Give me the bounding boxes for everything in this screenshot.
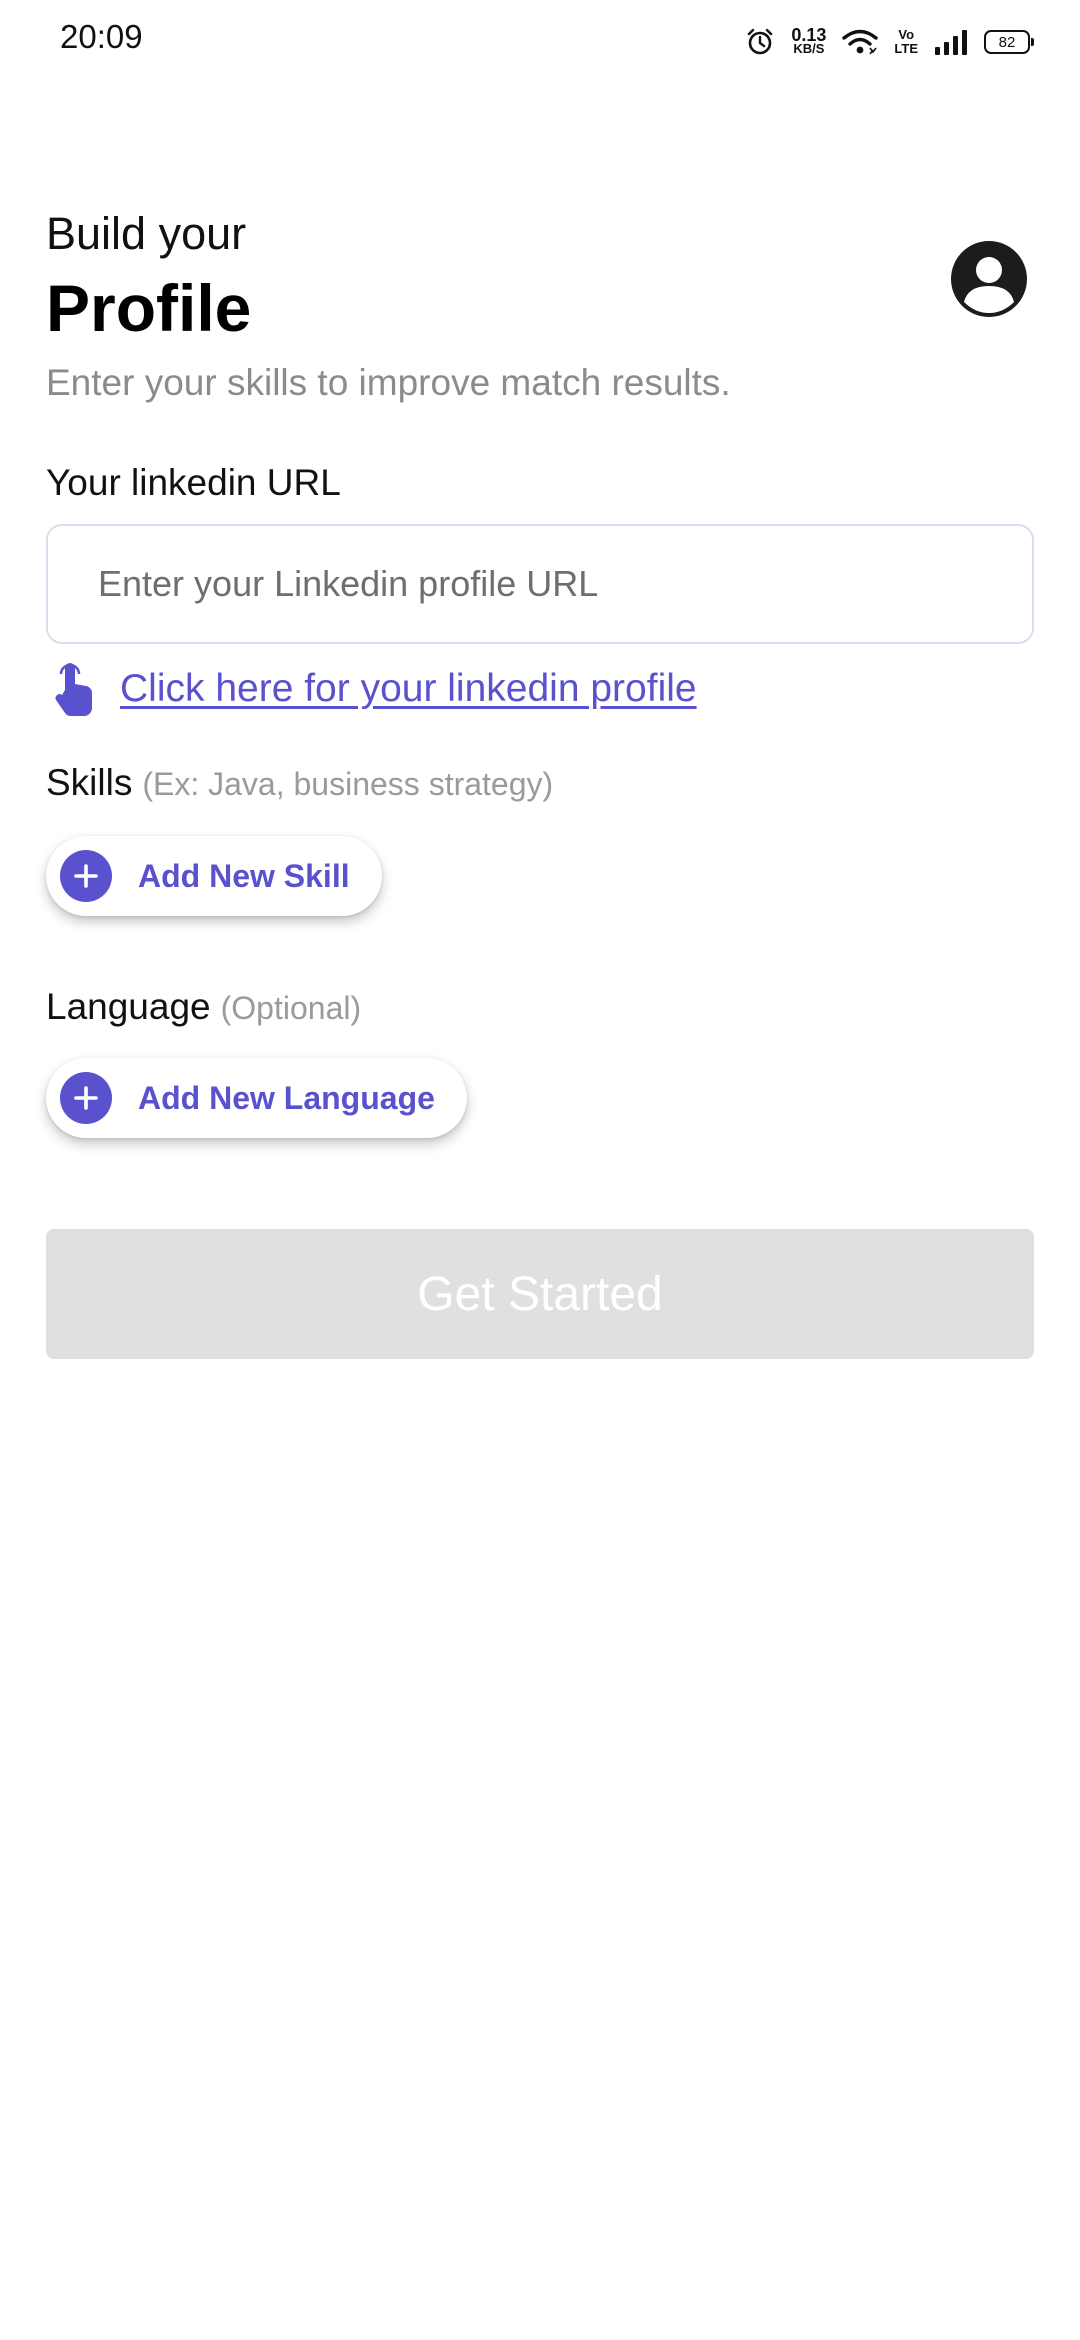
network-speed: 0.13 KB/S — [791, 25, 827, 56]
skills-hint: (Ex: Java, business strategy) — [142, 766, 554, 802]
alarm-icon — [745, 27, 775, 57]
volte-top: Vo — [898, 27, 915, 42]
screen: 20:09 0.13 KB/S Vo LTE 82 Build your Pro… — [0, 0, 1080, 2340]
network-speed-value: 0.13 — [791, 25, 827, 45]
linkedin-url-label: Your linkedin URL — [46, 462, 341, 503]
volte-indicator: Vo LTE — [894, 28, 918, 56]
linkedin-url-field — [46, 524, 1034, 644]
plus-icon — [60, 850, 112, 902]
network-speed-unit: KB/S — [793, 41, 825, 56]
battery-level: 82 — [998, 33, 1016, 51]
wifi-icon — [842, 28, 879, 56]
status-time: 20:09 — [60, 18, 143, 55]
language-label-row: Language (Optional) — [46, 986, 361, 1028]
skills-label: Skills — [46, 762, 133, 803]
page-title: Profile — [46, 271, 252, 345]
plus-icon — [60, 1072, 112, 1124]
language-hint: (Optional) — [220, 990, 362, 1026]
add-language-button[interactable]: Add New Language — [46, 1058, 467, 1138]
tap-pointer-icon — [52, 660, 98, 718]
signal-icon — [934, 29, 968, 55]
linkedin-profile-link[interactable]: Click here for your linkedin profile — [52, 660, 697, 718]
add-skill-label: Add New Skill — [138, 857, 350, 894]
user-avatar-icon[interactable] — [950, 240, 1028, 318]
get-started-button[interactable]: Get Started — [46, 1229, 1034, 1359]
title-prefix: Build your — [46, 208, 247, 259]
add-language-label: Add New Language — [138, 1079, 435, 1116]
status-icons: 0.13 KB/S Vo LTE 82 — [745, 22, 1034, 62]
add-skill-button[interactable]: Add New Skill — [46, 836, 382, 916]
language-label: Language — [46, 986, 211, 1027]
linkedin-url-input[interactable] — [48, 526, 1032, 642]
linkedin-profile-link-text[interactable]: Click here for your linkedin profile — [120, 667, 697, 711]
page-subtitle: Enter your skills to improve match resul… — [46, 362, 731, 403]
status-bar: 20:09 0.13 KB/S Vo LTE 82 — [0, 0, 1080, 82]
battery-icon: 82 — [984, 30, 1034, 54]
skills-label-row: Skills (Ex: Java, business strategy) — [46, 762, 553, 804]
volte-bottom: LTE — [894, 41, 918, 56]
